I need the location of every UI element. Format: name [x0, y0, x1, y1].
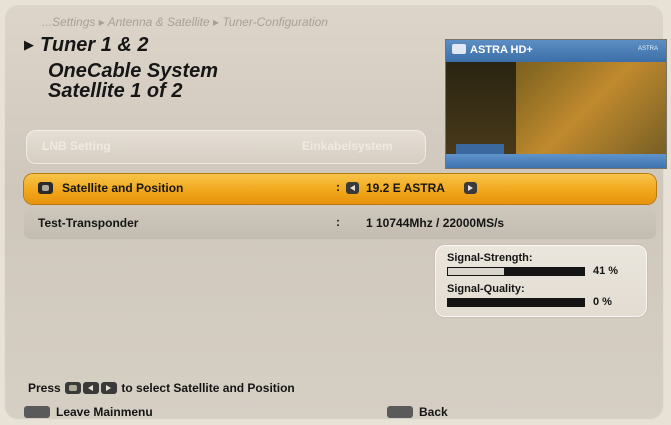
leave-mainmenu-label: Leave Mainmenu	[56, 405, 153, 419]
signal-quality-value: 0 %	[593, 296, 612, 308]
left-key-icon	[83, 382, 100, 394]
row-colon: :	[336, 215, 340, 229]
preview-info-block	[456, 144, 504, 154]
back-key-icon	[387, 406, 413, 418]
lnb-setting-value: Einkabelsystem	[302, 139, 393, 153]
preview-channel-bar: ASTRA HD+ ASTRA	[446, 40, 666, 62]
ok-icon	[38, 182, 53, 194]
tv-preview-window: ASTRA HD+ ASTRA	[445, 39, 667, 169]
back-button[interactable]: Back	[387, 405, 448, 419]
signal-quality-bar	[447, 298, 585, 307]
breadcrumb: ...Settings ▸ Antenna & Satellite ▸ Tune…	[42, 15, 328, 29]
hint-prefix: Press	[28, 381, 61, 395]
preview-ticker-bar	[446, 154, 666, 168]
hint-suffix: to select Satellite and Position	[121, 381, 295, 395]
satellite-position-row[interactable]: Satellite and Position : 19.2 E ASTRA	[24, 174, 656, 204]
test-transponder-value: 1 10744Mhz / 22000MS/s	[366, 216, 505, 230]
subtitle-line-1: OneCable System	[48, 60, 219, 82]
signal-strength-fill	[448, 268, 504, 275]
ok-key-icon	[65, 382, 82, 394]
menu-key-icon	[24, 406, 50, 418]
satellite-position-value: 19.2 E ASTRA	[366, 181, 445, 195]
page-title: ▶ Tuner 1 & 2	[24, 34, 149, 56]
signal-strength-bar	[447, 267, 585, 276]
tuner-config-screen: ...Settings ▸ Antenna & Satellite ▸ Tune…	[4, 4, 667, 420]
lnb-setting-label: LNB Setting	[42, 139, 111, 153]
title-arrow-icon: ▶	[24, 37, 34, 52]
test-transponder-label: Test-Transponder	[38, 216, 139, 230]
help-hint: Press to select Satellite and Position	[28, 381, 295, 395]
preview-top-right-text: ASTRA	[637, 46, 658, 52]
preview-channel-name: ASTRA HD+	[470, 44, 533, 56]
arrow-right-icon[interactable]	[464, 182, 477, 194]
satellite-position-label: Satellite and Position	[62, 181, 184, 195]
signal-strength-label: Signal-Strength:	[447, 252, 533, 264]
page-subtitle: OneCable System Satellite 1 of 2	[48, 61, 218, 101]
page-title-text: Tuner 1 & 2	[40, 34, 149, 56]
arrow-left-icon[interactable]	[346, 182, 359, 194]
test-transponder-row[interactable]: Test-Transponder : 1 10744Mhz / 22000MS/…	[24, 209, 656, 239]
row-colon: :	[336, 180, 340, 194]
right-key-icon	[101, 382, 118, 394]
signal-strength-value: 41 %	[593, 265, 619, 277]
back-label: Back	[419, 405, 448, 419]
leave-mainmenu-button[interactable]: Leave Mainmenu	[24, 405, 153, 419]
channel-logo-icon	[452, 44, 466, 54]
subtitle-line-2: Satellite 1 of 2	[48, 80, 183, 102]
signal-quality-label: Signal-Quality:	[447, 283, 525, 295]
signal-panel: Signal-Strength: 41 % Signal-Quality: 0 …	[435, 245, 647, 317]
lnb-setting-row[interactable]: LNB Setting Einkabelsystem	[26, 130, 426, 164]
